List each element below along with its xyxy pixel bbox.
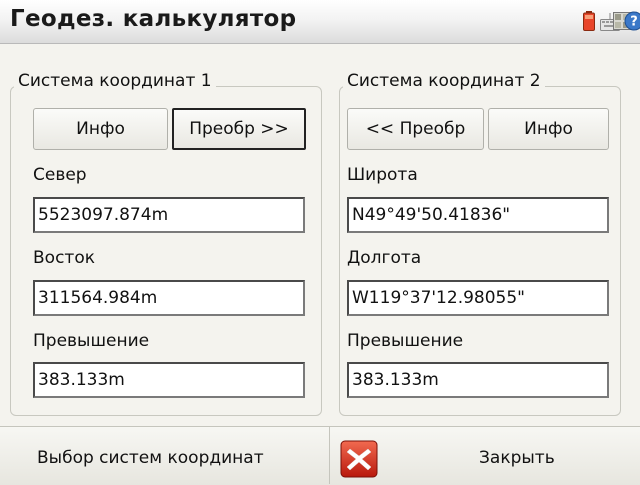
svg-text:?: ? [630,15,638,30]
elevation-1-label: Превышение [33,331,150,351]
latitude-field[interactable]: N49°49'50.41836" [347,197,609,233]
battery-icon[interactable] [583,11,595,31]
north-label: Север [33,165,87,185]
bottom-separator [329,426,330,484]
coord-system-1-label: Система координат 1 [14,70,216,92]
title-bar: Геодез. калькулятор ? [0,0,640,44]
elevation-2-label: Превышение [347,331,464,351]
select-systems-button[interactable]: Выбор систем координат [37,448,264,468]
longitude-label: Долгота [347,248,422,268]
close-button[interactable]: Закрыть [479,448,555,468]
north-field[interactable]: 5523097.874m [33,197,305,233]
latitude-label: Широта [347,165,418,185]
close-icon[interactable] [340,440,378,478]
east-label: Восток [33,248,95,268]
info-1-button[interactable]: Инфо [33,108,168,150]
convert-forward-button[interactable]: Преобр >> [172,108,306,150]
window-title: Геодез. калькулятор [10,6,297,32]
elevation-1-field[interactable]: 383.133m [33,362,305,398]
east-field[interactable]: 311564.984m [33,280,305,316]
help-icon[interactable]: ? [624,11,640,31]
longitude-field[interactable]: W119°37'12.98055" [347,280,609,316]
convert-back-button[interactable]: << Преобр [347,108,484,150]
info-2-button[interactable]: Инфо [488,108,609,150]
coord-system-2-label: Система координат 2 [343,70,545,92]
elevation-2-field[interactable]: 383.133m [347,362,609,398]
